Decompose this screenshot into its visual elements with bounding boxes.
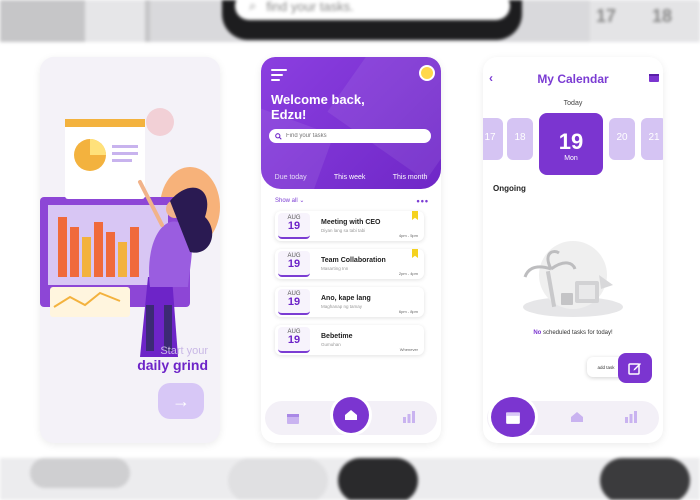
task-time: 4pm - 5pm [398, 233, 418, 238]
show-all-dropdown[interactable]: Show all ⌄ [275, 197, 304, 204]
calendar-icon [506, 412, 520, 424]
edit-icon [628, 363, 641, 375]
task-day: 19 [287, 334, 301, 346]
home-icon [345, 410, 357, 420]
background-bottom-strip [0, 458, 700, 500]
task-day: 19 [287, 296, 301, 308]
calendar-screen: ‹ My Calendar Today 17 18 19 Mon 20 21 O… [483, 57, 663, 443]
background-blob [338, 458, 418, 500]
day-weekday: Mon [564, 155, 578, 162]
empty-state-text: No scheduled tasks for today! [483, 329, 663, 337]
tab-this-month[interactable]: This month [389, 172, 432, 183]
home-button[interactable] [333, 397, 369, 433]
task-title: Ano, kape lang [321, 295, 371, 302]
onboarding-screen: Start your daily grind → [40, 57, 220, 443]
more-options-button[interactable]: ••• [417, 196, 429, 206]
task-day: 19 [287, 258, 301, 270]
background-search: ⌕ find your tasks. [235, 0, 510, 20]
day-number: 21 [648, 132, 660, 143]
background-search-text: find your tasks. [266, 0, 354, 14]
background-number: 18 [652, 6, 673, 26]
task-location: Gumuhan [321, 342, 341, 347]
background-number: 17 [596, 6, 617, 26]
task-title: Team Collaboration [321, 257, 386, 264]
bookmark-icon[interactable] [412, 211, 418, 220]
home-icon[interactable] [569, 411, 585, 427]
home-header: Welcome back, Edzu! Due today This week … [261, 57, 441, 189]
onboarding-illustration [40, 57, 220, 357]
task-time: 2pm - 4pm [398, 271, 418, 276]
bookmark-icon[interactable] [412, 249, 418, 258]
task-location: Diyan lang sa tabi tabi [321, 228, 366, 233]
chevron-down-icon: ⌄ [299, 198, 305, 204]
day-chip[interactable]: 17 [483, 118, 503, 160]
day-number: 19 [558, 129, 584, 154]
background-blob [30, 458, 130, 488]
search-icon: ⌕ [249, 0, 257, 13]
home-screen: Welcome back, Edzu! Due today This week … [261, 57, 441, 443]
day-number: 17 [484, 132, 496, 143]
background-block [85, 0, 145, 42]
task-date: AUG 19 [278, 251, 310, 277]
task-card[interactable]: AUG 19 Team Collaboration Masarting Inn … [275, 249, 424, 279]
day-chip-selected[interactable]: 19 Mon [539, 113, 603, 175]
calendar-icon[interactable] [285, 411, 301, 427]
task-time: Whenever [399, 347, 418, 352]
day-number: 20 [616, 132, 628, 143]
task-location: Masarting Inn [321, 266, 349, 271]
bottom-nav [487, 397, 659, 437]
search-input[interactable] [286, 133, 416, 139]
task-title: Bebetime [321, 333, 353, 340]
period-tabs: Due today This week This month [261, 172, 441, 183]
background-top-strip: ⌕ find your tasks. 17 18 [0, 0, 700, 42]
task-time: 6pm - 8pm [398, 309, 418, 314]
background-blob [228, 458, 328, 500]
avatar[interactable] [419, 65, 435, 81]
stats-icon[interactable] [401, 411, 417, 427]
task-day: 19 [287, 220, 301, 232]
next-button[interactable]: → [158, 383, 204, 419]
onboarding-title: daily grind [137, 357, 208, 373]
task-card[interactable]: AUG 19 Bebetime Gumuhan Whenever [275, 325, 424, 355]
day-chip[interactable]: 21 [641, 118, 663, 160]
today-label: Today [563, 100, 583, 107]
menu-icon[interactable] [271, 69, 287, 84]
page-title: My Calendar [537, 72, 609, 86]
task-date: AUG 19 [278, 213, 310, 239]
greeting: Welcome back, Edzu! [271, 92, 365, 122]
tab-due-today[interactable]: Due today [271, 172, 311, 183]
background-blob [600, 458, 690, 500]
calendar-menu-icon[interactable] [649, 73, 659, 83]
task-card[interactable]: AUG 19 Meeting with CEO Diyan lang sa ta… [275, 211, 424, 241]
day-number: 18 [514, 132, 526, 143]
empty-state-message: scheduled tasks for today! [541, 330, 613, 336]
task-location: Maghanap ng tamay [321, 304, 363, 309]
calendar-button[interactable] [491, 397, 535, 437]
bottom-nav [265, 397, 437, 435]
task-date: AUG 19 [278, 289, 310, 315]
day-chip[interactable]: 18 [507, 118, 533, 160]
task-title: Meeting with CEO [321, 219, 381, 226]
task-card[interactable]: AUG 19 Ano, kape lang Maghanap ng tamay … [275, 287, 424, 317]
stats-icon[interactable] [623, 411, 639, 427]
search-bar[interactable] [269, 129, 431, 143]
search-icon [275, 132, 282, 140]
show-all-label: Show all [275, 198, 298, 204]
day-chip[interactable]: 20 [609, 118, 635, 160]
onboarding-subtitle: Start your [160, 345, 208, 357]
ongoing-heading: Ongoing [493, 184, 526, 193]
tab-this-week[interactable]: This week [330, 172, 370, 183]
add-task-button[interactable] [618, 353, 652, 383]
arrow-right-icon: → [172, 390, 190, 411]
task-date: AUG 19 [278, 327, 310, 353]
empty-state-illustration [523, 241, 623, 317]
